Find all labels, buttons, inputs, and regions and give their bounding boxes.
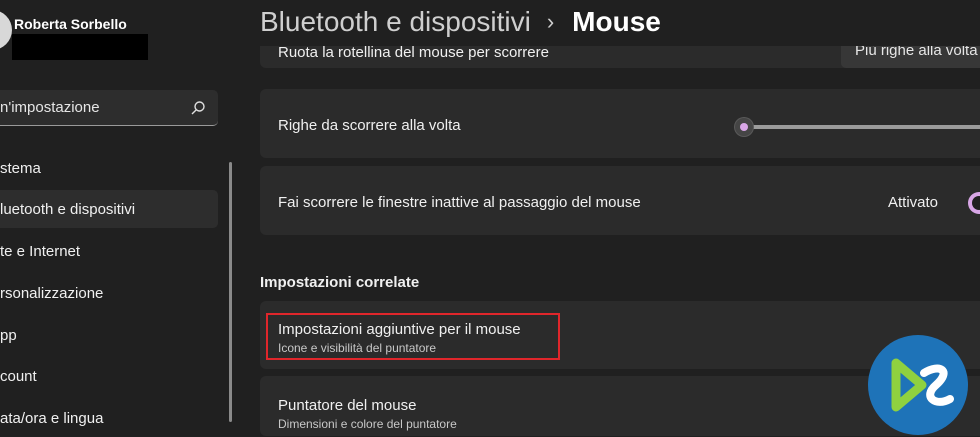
sidebar-item-label: luetooth e dispositivi	[0, 201, 136, 218]
setting-label: Puntatore del mouse	[278, 397, 417, 414]
setting-label: Righe da scorrere alla volta	[278, 117, 461, 134]
sidebar-item-label: ata/ora e lingua	[0, 410, 104, 427]
sidebar-item-label: count	[0, 368, 37, 385]
breadcrumb-parent[interactable]: Bluetooth e dispositivi	[260, 6, 531, 38]
sidebar-item-label: te e Internet	[0, 243, 81, 260]
sidebar-item-data-ora[interactable]: ata/ora e lingua	[0, 399, 218, 437]
search-input-value: n'impostazione	[0, 99, 100, 116]
sidebar: Roberta Sorbello n'impostazione stema lu…	[0, 0, 240, 427]
sidebar-item-account[interactable]: count	[0, 357, 218, 395]
setting-sublabel: Dimensioni e colore del puntatore	[278, 417, 457, 431]
section-title-related: Impostazioni correlate	[260, 274, 420, 291]
setting-label: Ruota la rotellina del mouse per scorrer…	[278, 44, 549, 61]
setting-inactive-scroll: Fai scorrere le finestre inattive al pas…	[260, 166, 980, 235]
user-name: Roberta Sorbello	[14, 16, 127, 32]
chevron-right-icon: ›	[546, 9, 555, 34]
sidebar-item-rete[interactable]: te e Internet	[0, 232, 218, 270]
lines-slider-track[interactable]	[740, 125, 980, 129]
redacted-email	[12, 34, 148, 60]
sidebar-item-personalizzazione[interactable]: rsonalizzazione	[0, 274, 218, 312]
inactive-scroll-toggle[interactable]	[968, 192, 980, 214]
setting-label: Fai scorrere le finestre inattive al pas…	[278, 194, 641, 211]
toggle-knob	[972, 196, 980, 210]
sidebar-item-label: rsonalizzazione	[0, 285, 104, 302]
avatar[interactable]	[0, 10, 12, 50]
sidebar-item-bluetooth[interactable]: luetooth e dispositivi	[0, 190, 218, 228]
highlight-annotation	[266, 313, 560, 360]
page-title: Mouse	[572, 6, 661, 37]
setting-lines-to-scroll: Righe da scorrere alla volta	[260, 89, 980, 158]
breadcrumb: Bluetooth e dispositivi › Mouse	[260, 2, 661, 42]
search-input[interactable]: n'impostazione	[0, 90, 218, 126]
sidebar-scrollbar[interactable]	[229, 162, 232, 422]
sidebar-item-sistema[interactable]: stema	[0, 149, 218, 187]
slider-thumb-dot	[740, 123, 748, 131]
logo-watermark	[868, 335, 968, 435]
toggle-state-label: Attivato	[888, 194, 939, 211]
sidebar-item-label: stema	[0, 160, 41, 177]
sidebar-item-app[interactable]: pp	[0, 316, 218, 354]
sidebar-item-label: pp	[0, 327, 17, 344]
lines-slider-thumb[interactable]	[735, 118, 753, 136]
search-icon[interactable]	[190, 100, 206, 116]
